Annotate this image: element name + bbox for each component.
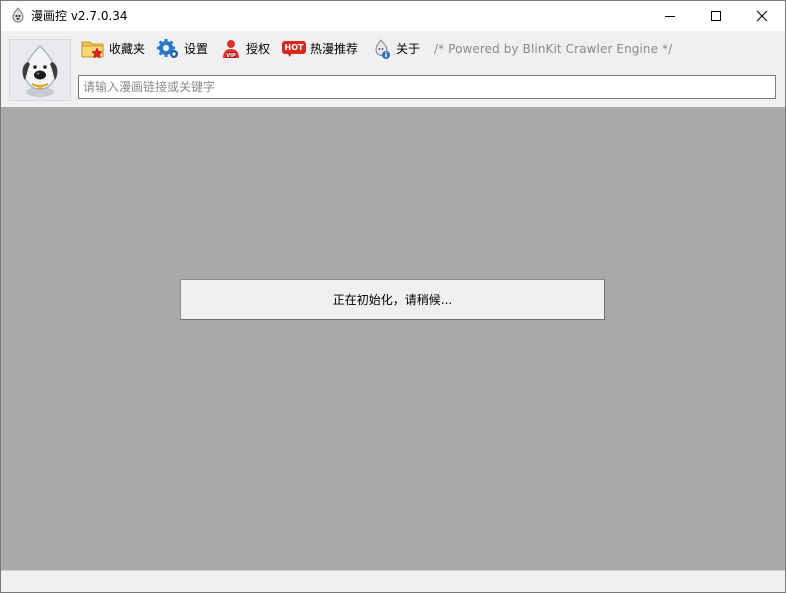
svg-text:VIP: VIP — [226, 53, 236, 59]
favorites-folder-icon — [81, 41, 104, 59]
toolbar-item-about[interactable]: 关于 — [372, 38, 420, 60]
loading-panel: 正在初始化，请稍候... — [180, 279, 605, 320]
powered-by-text: /* Powered by BlinKit Crawler Engine */ — [434, 42, 673, 56]
minimize-button[interactable] — [647, 1, 693, 31]
minimize-icon — [665, 16, 675, 17]
toolbar-item-label: 授权 — [246, 42, 271, 56]
toolbar-item-hot[interactable]: HOT 热漫推荐 — [282, 38, 358, 60]
toolbar: 收藏夹 设置 VIP 授权 HOT 热漫推荐 关于 /* Powered by … — [1, 31, 785, 107]
app-logo-icon — [10, 7, 26, 23]
close-button[interactable] — [739, 1, 785, 31]
status-bar — [1, 570, 785, 592]
app-window: 漫画控 v2.7.0.34 收藏夹 设置 VIP 授权 HOT 热漫推荐 关于 … — [0, 0, 786, 593]
close-icon — [756, 10, 768, 22]
vip-user-icon: VIP — [223, 40, 239, 59]
info-icon — [375, 39, 390, 59]
maximize-icon — [711, 11, 721, 21]
mascot-dog-icon — [22, 45, 58, 97]
toolbar-item-label: 热漫推荐 — [310, 42, 359, 56]
loading-message: 正在初始化，请稍候... — [332, 293, 453, 307]
toolbar-item-label: 设置 — [184, 42, 209, 56]
search-input[interactable] — [78, 75, 776, 99]
hot-badge-text: HOT — [284, 42, 304, 52]
toolbar-item-favorites[interactable]: 收藏夹 — [81, 38, 145, 60]
toolbar-item-label: 关于 — [396, 42, 421, 56]
content-area: 正在初始化，请稍候... — [1, 107, 785, 570]
maximize-button[interactable] — [693, 1, 739, 31]
gear-icon — [157, 39, 178, 58]
window-title: 漫画控 v2.7.0.34 — [31, 9, 128, 23]
toolbar-item-label: 收藏夹 — [109, 42, 146, 56]
mascot-logo — [9, 39, 71, 101]
title-bar[interactable]: 漫画控 v2.7.0.34 — [1, 1, 785, 31]
toolbar-item-settings[interactable]: 设置 — [156, 38, 208, 60]
hot-badge-icon: HOT — [282, 40, 306, 58]
toolbar-item-license[interactable]: VIP 授权 — [220, 38, 270, 60]
